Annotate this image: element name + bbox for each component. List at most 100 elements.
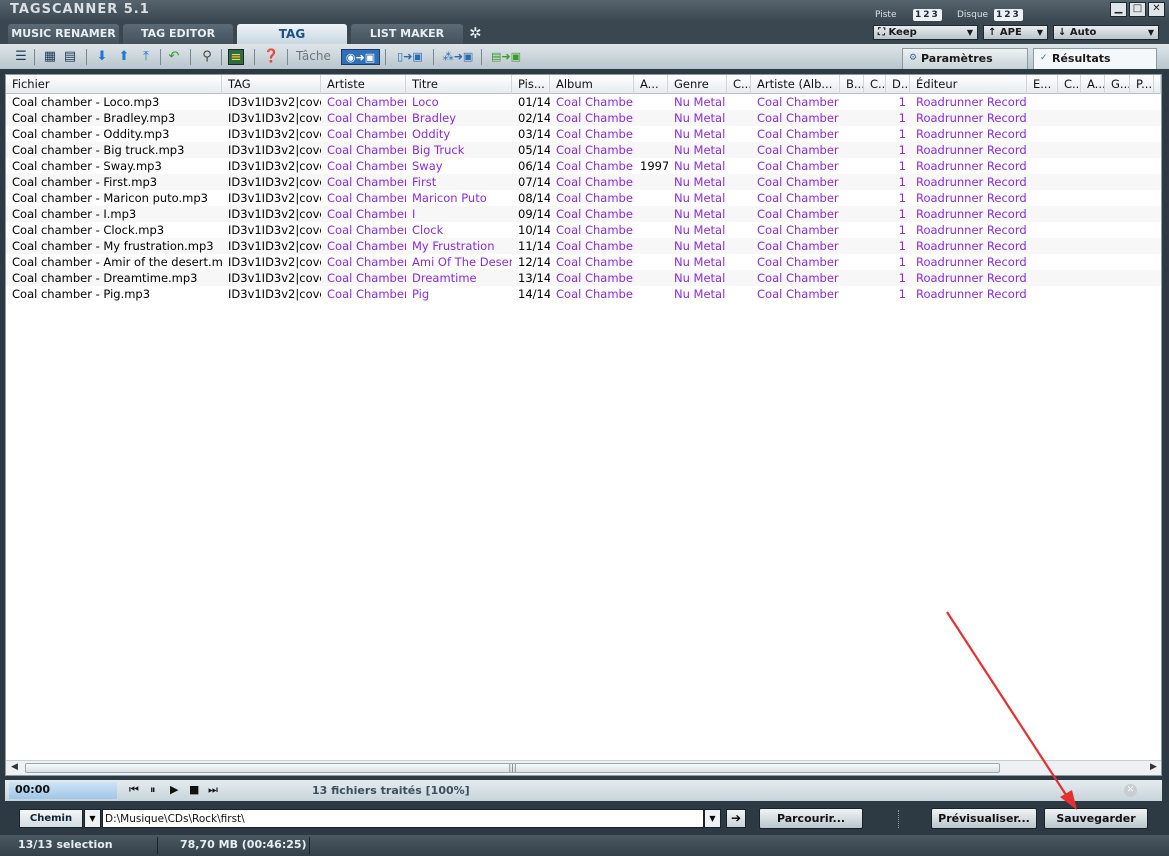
undo-icon[interactable]: ↶ [166, 49, 182, 65]
table-row[interactable]: Coal chamber - Big truck.mp3 ID3v1ID3v2|c… [6, 142, 1161, 158]
search-icon[interactable]: ⚲ [199, 49, 215, 65]
table-row[interactable]: Coal chamber - Maricon puto.mp3 ID3v1ID3v… [6, 190, 1161, 206]
horizontal-scrollbar[interactable]: ◀ ||| ▶ [6, 760, 1161, 775]
list-icon[interactable]: ☰ [13, 49, 29, 65]
action-tag-to-tag-icon[interactable]: ⁂➜▣ [440, 49, 476, 65]
table-row[interactable]: Coal chamber - Pig.mp3 ID3v1ID3v2|cover Co… [6, 286, 1161, 302]
table-row[interactable]: Coal chamber - Sway.mp3 ID3v1ID3v2|cover C… [6, 158, 1161, 174]
tab-tag-processor[interactable]: TAG PROCESSOR [237, 24, 347, 61]
scroll-left-icon[interactable]: ◀ [11, 762, 18, 772]
column-header-titre[interactable]: Titre [406, 75, 512, 94]
pause-icon[interactable]: ⏸ [150, 783, 156, 797]
playback-time: 00:00 [9, 782, 117, 799]
table-row[interactable]: Coal chamber - My frustration.mp3 ID3v1ID… [6, 238, 1161, 254]
table-row[interactable]: Coal chamber - Dreamtime.mp3 ID3v1ID3v2|c… [6, 270, 1161, 286]
tab-resultats[interactable]: ✓ Résultats [1033, 48, 1157, 69]
column-header-a[interactable]: A... [1081, 75, 1105, 94]
table-row[interactable]: Coal chamber - Bradley.mp3 ID3v1ID3v2|cov… [6, 110, 1161, 126]
column-header-artiste[interactable]: Artiste [321, 75, 406, 94]
path-input[interactable] [102, 809, 704, 828]
column-header-disque[interactable]: D... [886, 75, 910, 94]
column-header-editeur[interactable]: Éditeur [910, 75, 1027, 94]
maximize-button[interactable]: □ [1129, 2, 1146, 17]
move-down-icon[interactable]: ⬇ [94, 49, 110, 65]
column-header-fichier[interactable]: Fichier [6, 75, 222, 94]
rewind-icon[interactable]: ⏮ [129, 783, 139, 797]
keep-dropdown[interactable]: ⛶ Keep ▼ [873, 25, 978, 40]
action-web-icon[interactable]: ◉➜▣ [341, 49, 380, 65]
table-header: Fichier TAG Artiste Titre Pis... Album A… [6, 75, 1161, 94]
cell-editeur: Roadrunner Records [916, 223, 1027, 237]
cell-album: Coal Chamber [556, 207, 634, 221]
path-dropdown-icon[interactable]: ▼ [704, 809, 721, 828]
cell-editeur: Roadrunner Records [916, 143, 1027, 157]
process-icon[interactable]: ≡ [228, 49, 244, 65]
table-row[interactable]: Coal chamber - Amir of the desert.mp3 ID3… [6, 254, 1161, 270]
keep-dropdown-label: Keep [888, 27, 917, 38]
column-header-c2[interactable]: C... [1058, 75, 1081, 94]
cell-album: Coal Chamber [556, 159, 634, 173]
go-arrow-icon[interactable]: ➔ [726, 809, 746, 828]
close-circle-icon[interactable]: ✕ [1124, 784, 1137, 797]
chevron-down-icon: ▼ [1147, 28, 1154, 37]
table-row[interactable]: Coal chamber - Loco.mp3 ID3v1ID3v2|cover C… [6, 94, 1161, 110]
total-size: 78,70 MB (00:46:25) [180, 838, 307, 851]
column-header-c[interactable]: C... [864, 75, 886, 94]
scroll-right-icon[interactable]: ▶ [1150, 762, 1157, 772]
save-button[interactable]: Sauvegarder [1044, 808, 1148, 829]
table-row[interactable]: Coal chamber - First.mp3 ID3v1ID3v2|cover… [6, 174, 1161, 190]
column-header-tag[interactable]: TAG [222, 75, 321, 94]
table-row[interactable]: Coal chamber - Oddity.mp3 ID3v1ID3v2|cove… [6, 126, 1161, 142]
tab-tag-editor[interactable]: TAG EDITOR [123, 24, 233, 44]
cell-fichier: Coal chamber - Big truck.mp3 [12, 143, 185, 157]
column-header-b[interactable]: B... [840, 75, 864, 94]
column-header-genre[interactable]: Genre [668, 75, 727, 94]
toolbar-separator [86, 49, 87, 65]
help-icon[interactable]: ❓ [263, 49, 279, 65]
settings-gear-icon[interactable]: ✲ [469, 24, 482, 42]
column-header-album[interactable]: Album [550, 75, 634, 94]
stop-icon[interactable]: ■ [189, 783, 199, 796]
cell-titre: Sway [412, 159, 443, 173]
cell-piste: 01/14 [518, 95, 550, 109]
cell-annee [634, 238, 668, 254]
column-header-commentaire[interactable]: C... [727, 75, 751, 94]
cell-annee [634, 174, 668, 190]
chemin-dropdown-icon[interactable]: ▼ [84, 809, 101, 828]
cell-fichier: Coal chamber - Sway.mp3 [12, 159, 162, 173]
column-header-m[interactable]: M... [1154, 75, 1161, 94]
auto-dropdown[interactable]: ↓ Auto ▼ [1053, 25, 1159, 40]
action-file-to-tag-icon[interactable]: ▯➜▣ [392, 49, 428, 65]
column-header-annee[interactable]: A... [634, 75, 668, 94]
preview-button[interactable]: Prévisualiser... [931, 808, 1037, 829]
grid-icon[interactable]: ▦ [42, 49, 58, 65]
column-header-piste[interactable]: Pis... [512, 75, 550, 94]
move-up-icon[interactable]: ⬆ [116, 49, 132, 65]
column-header-p[interactable]: P... [1130, 75, 1154, 94]
close-button[interactable]: ✕ [1148, 2, 1165, 17]
cell-genre: Nu Metal [674, 159, 726, 173]
browse-button[interactable]: Parcourir... [759, 808, 863, 829]
tab-parametres-label: Paramètres [921, 52, 993, 65]
table-row[interactable]: Coal chamber - I.mp3 ID3v1ID3v2|cover Coal… [6, 206, 1161, 222]
column-header-artiste-album[interactable]: Artiste (Alb... [751, 75, 840, 94]
tab-music-renamer[interactable]: MUSIC RENAMER [8, 24, 119, 44]
move-top-icon[interactable]: ⤒ [138, 49, 154, 65]
chemin-button[interactable]: Chemin [19, 809, 83, 828]
piste-number-selector[interactable]: 123 [913, 9, 942, 21]
play-icon[interactable]: ▶ [170, 783, 178, 796]
cell-piste: 07/14 [518, 175, 550, 189]
ape-dropdown[interactable]: ↑ APE ▼ [983, 25, 1048, 40]
action-text-to-tag-icon[interactable]: ▤➜▣ [488, 49, 524, 65]
fast-forward-icon[interactable]: ⏭ [208, 783, 218, 797]
columns-icon[interactable]: ▤ [62, 49, 78, 65]
column-header-e[interactable]: E... [1027, 75, 1058, 94]
minimize-button[interactable]: ▁ [1110, 2, 1127, 17]
cell-album: Coal Chamber [556, 95, 634, 109]
tab-list-maker[interactable]: LIST MAKER [351, 24, 463, 44]
disque-number-selector[interactable]: 123 [994, 9, 1023, 21]
scrollbar-thumb[interactable]: ||| [25, 763, 1000, 773]
tab-parametres[interactable]: ⚙ Paramètres [902, 48, 1028, 69]
table-row[interactable]: Coal chamber - Clock.mp3 ID3v1ID3v2|cover… [6, 222, 1161, 238]
column-header-g[interactable]: G... [1105, 75, 1130, 94]
